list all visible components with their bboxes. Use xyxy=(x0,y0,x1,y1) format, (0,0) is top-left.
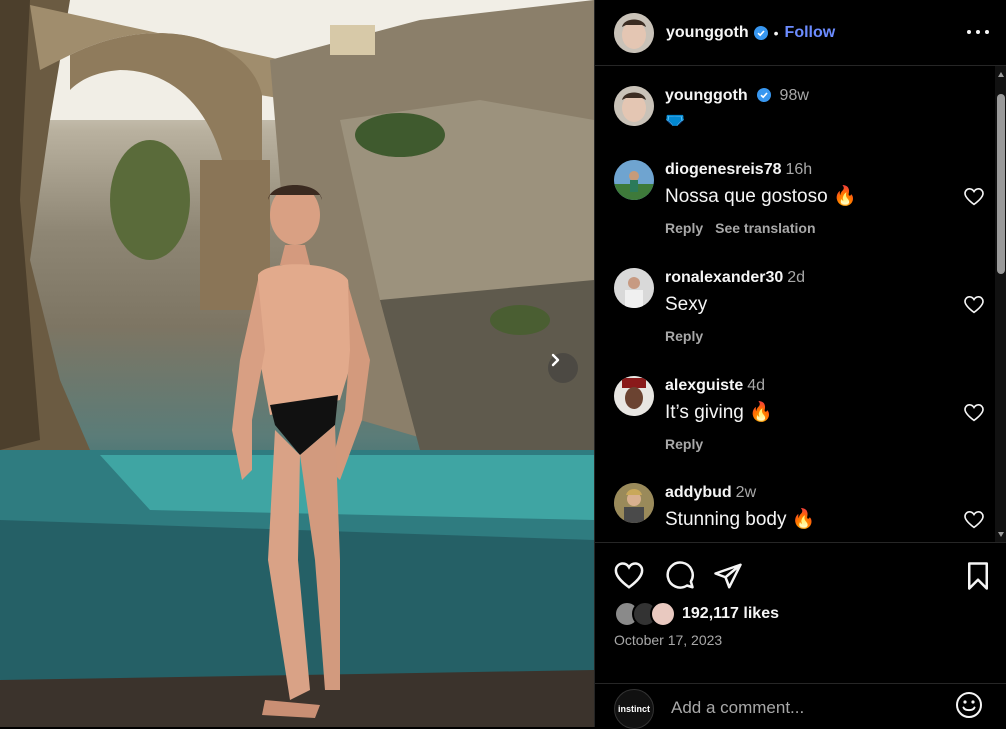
author-username[interactable]: younggoth xyxy=(666,24,749,42)
comment-text: Nossa que gostoso xyxy=(665,186,828,207)
emoji-picker-icon[interactable] xyxy=(955,691,983,719)
chevron-right-icon xyxy=(551,353,560,367)
share-paper-plane-icon[interactable] xyxy=(713,561,743,591)
avatar-face-icon xyxy=(614,12,654,53)
post-header: younggoth • Follow xyxy=(595,0,1006,66)
verified-badge-icon xyxy=(757,88,772,102)
likes-count[interactable]: 192,117 likes xyxy=(682,605,779,623)
fire-emoji: 🔥 xyxy=(749,402,773,423)
next-image-button[interactable] xyxy=(548,353,578,383)
author-avatar[interactable] xyxy=(614,12,654,53)
commenter-avatar[interactable] xyxy=(614,376,654,416)
commenter-avatar[interactable] xyxy=(614,160,654,200)
reply-button[interactable]: Reply xyxy=(665,328,703,344)
post-actions-bar: 192,117 likes October 17, 2023 xyxy=(595,543,1006,683)
liker-avatar xyxy=(650,601,676,627)
comment-input[interactable] xyxy=(669,694,933,722)
like-heart-icon[interactable] xyxy=(614,561,644,591)
photo-illustration xyxy=(0,0,594,727)
comment-time[interactable]: 4d xyxy=(747,377,765,394)
like-comment-heart-icon[interactable] xyxy=(964,296,984,314)
fire-emoji: 🔥 xyxy=(791,509,816,530)
scroll-down-arrow-icon[interactable] xyxy=(998,532,1004,537)
avatar-photo-icon xyxy=(614,160,654,200)
separator-dot: • xyxy=(773,24,779,41)
comment-composer: instinct xyxy=(595,683,1006,729)
avatar-photo-icon xyxy=(614,483,654,523)
comment-username[interactable]: ronalexander30 xyxy=(665,269,783,286)
comment-text: Sexy xyxy=(665,294,708,315)
commenter-avatar[interactable] xyxy=(614,268,654,308)
follow-button[interactable]: Follow xyxy=(785,24,836,42)
verified-badge-icon xyxy=(753,25,768,40)
reply-button[interactable]: Reply xyxy=(665,220,703,236)
avatar-photo-icon xyxy=(614,376,654,416)
scrollbar-thumb[interactable] xyxy=(997,94,1005,274)
caption-time[interactable]: 98w xyxy=(780,87,809,104)
comment-time[interactable]: 16h xyxy=(786,161,813,178)
see-translation-button[interactable]: See translation xyxy=(715,220,815,236)
reply-button[interactable]: Reply xyxy=(665,436,703,452)
fire-emoji: 🔥 xyxy=(832,186,857,207)
like-comment-heart-icon[interactable] xyxy=(964,511,984,529)
post-side-panel: younggoth • Follow younggoth 98w 🩲 dioge… xyxy=(594,0,1006,729)
caption-username[interactable]: younggoth xyxy=(665,87,748,104)
comment-bubble-icon[interactable] xyxy=(665,561,695,591)
comments-list[interactable]: younggoth 98w 🩲 diogenesreis78 16h Nossa… xyxy=(595,66,1006,543)
current-user-avatar[interactable]: instinct xyxy=(614,689,654,729)
avatar-face-icon xyxy=(614,86,654,126)
comment-username[interactable]: alexguiste xyxy=(665,377,743,394)
post-date[interactable]: October 17, 2023 xyxy=(614,632,722,648)
more-options-button[interactable] xyxy=(967,22,989,42)
comments-scrollbar[interactable] xyxy=(995,66,1006,542)
comment-time[interactable]: 2w xyxy=(736,484,756,501)
commenter-avatar[interactable] xyxy=(614,483,654,523)
comment-username[interactable]: addybud xyxy=(665,484,732,501)
scroll-up-arrow-icon[interactable] xyxy=(998,72,1004,77)
save-bookmark-icon[interactable] xyxy=(963,561,993,591)
comment-text: It’s giving xyxy=(665,402,744,423)
post-image xyxy=(0,0,594,727)
comment-text: Stunning body xyxy=(665,509,787,530)
avatar-photo-icon xyxy=(614,268,654,308)
caption-text: 🩲 xyxy=(665,112,685,129)
comment-username[interactable]: diogenesreis78 xyxy=(665,161,782,178)
likes-summary[interactable]: 192,117 likes xyxy=(614,601,779,627)
comment-time[interactable]: 2d xyxy=(787,269,805,286)
like-comment-heart-icon[interactable] xyxy=(964,188,984,206)
caption-author-avatar[interactable] xyxy=(614,86,654,126)
like-comment-heart-icon[interactable] xyxy=(964,404,984,422)
